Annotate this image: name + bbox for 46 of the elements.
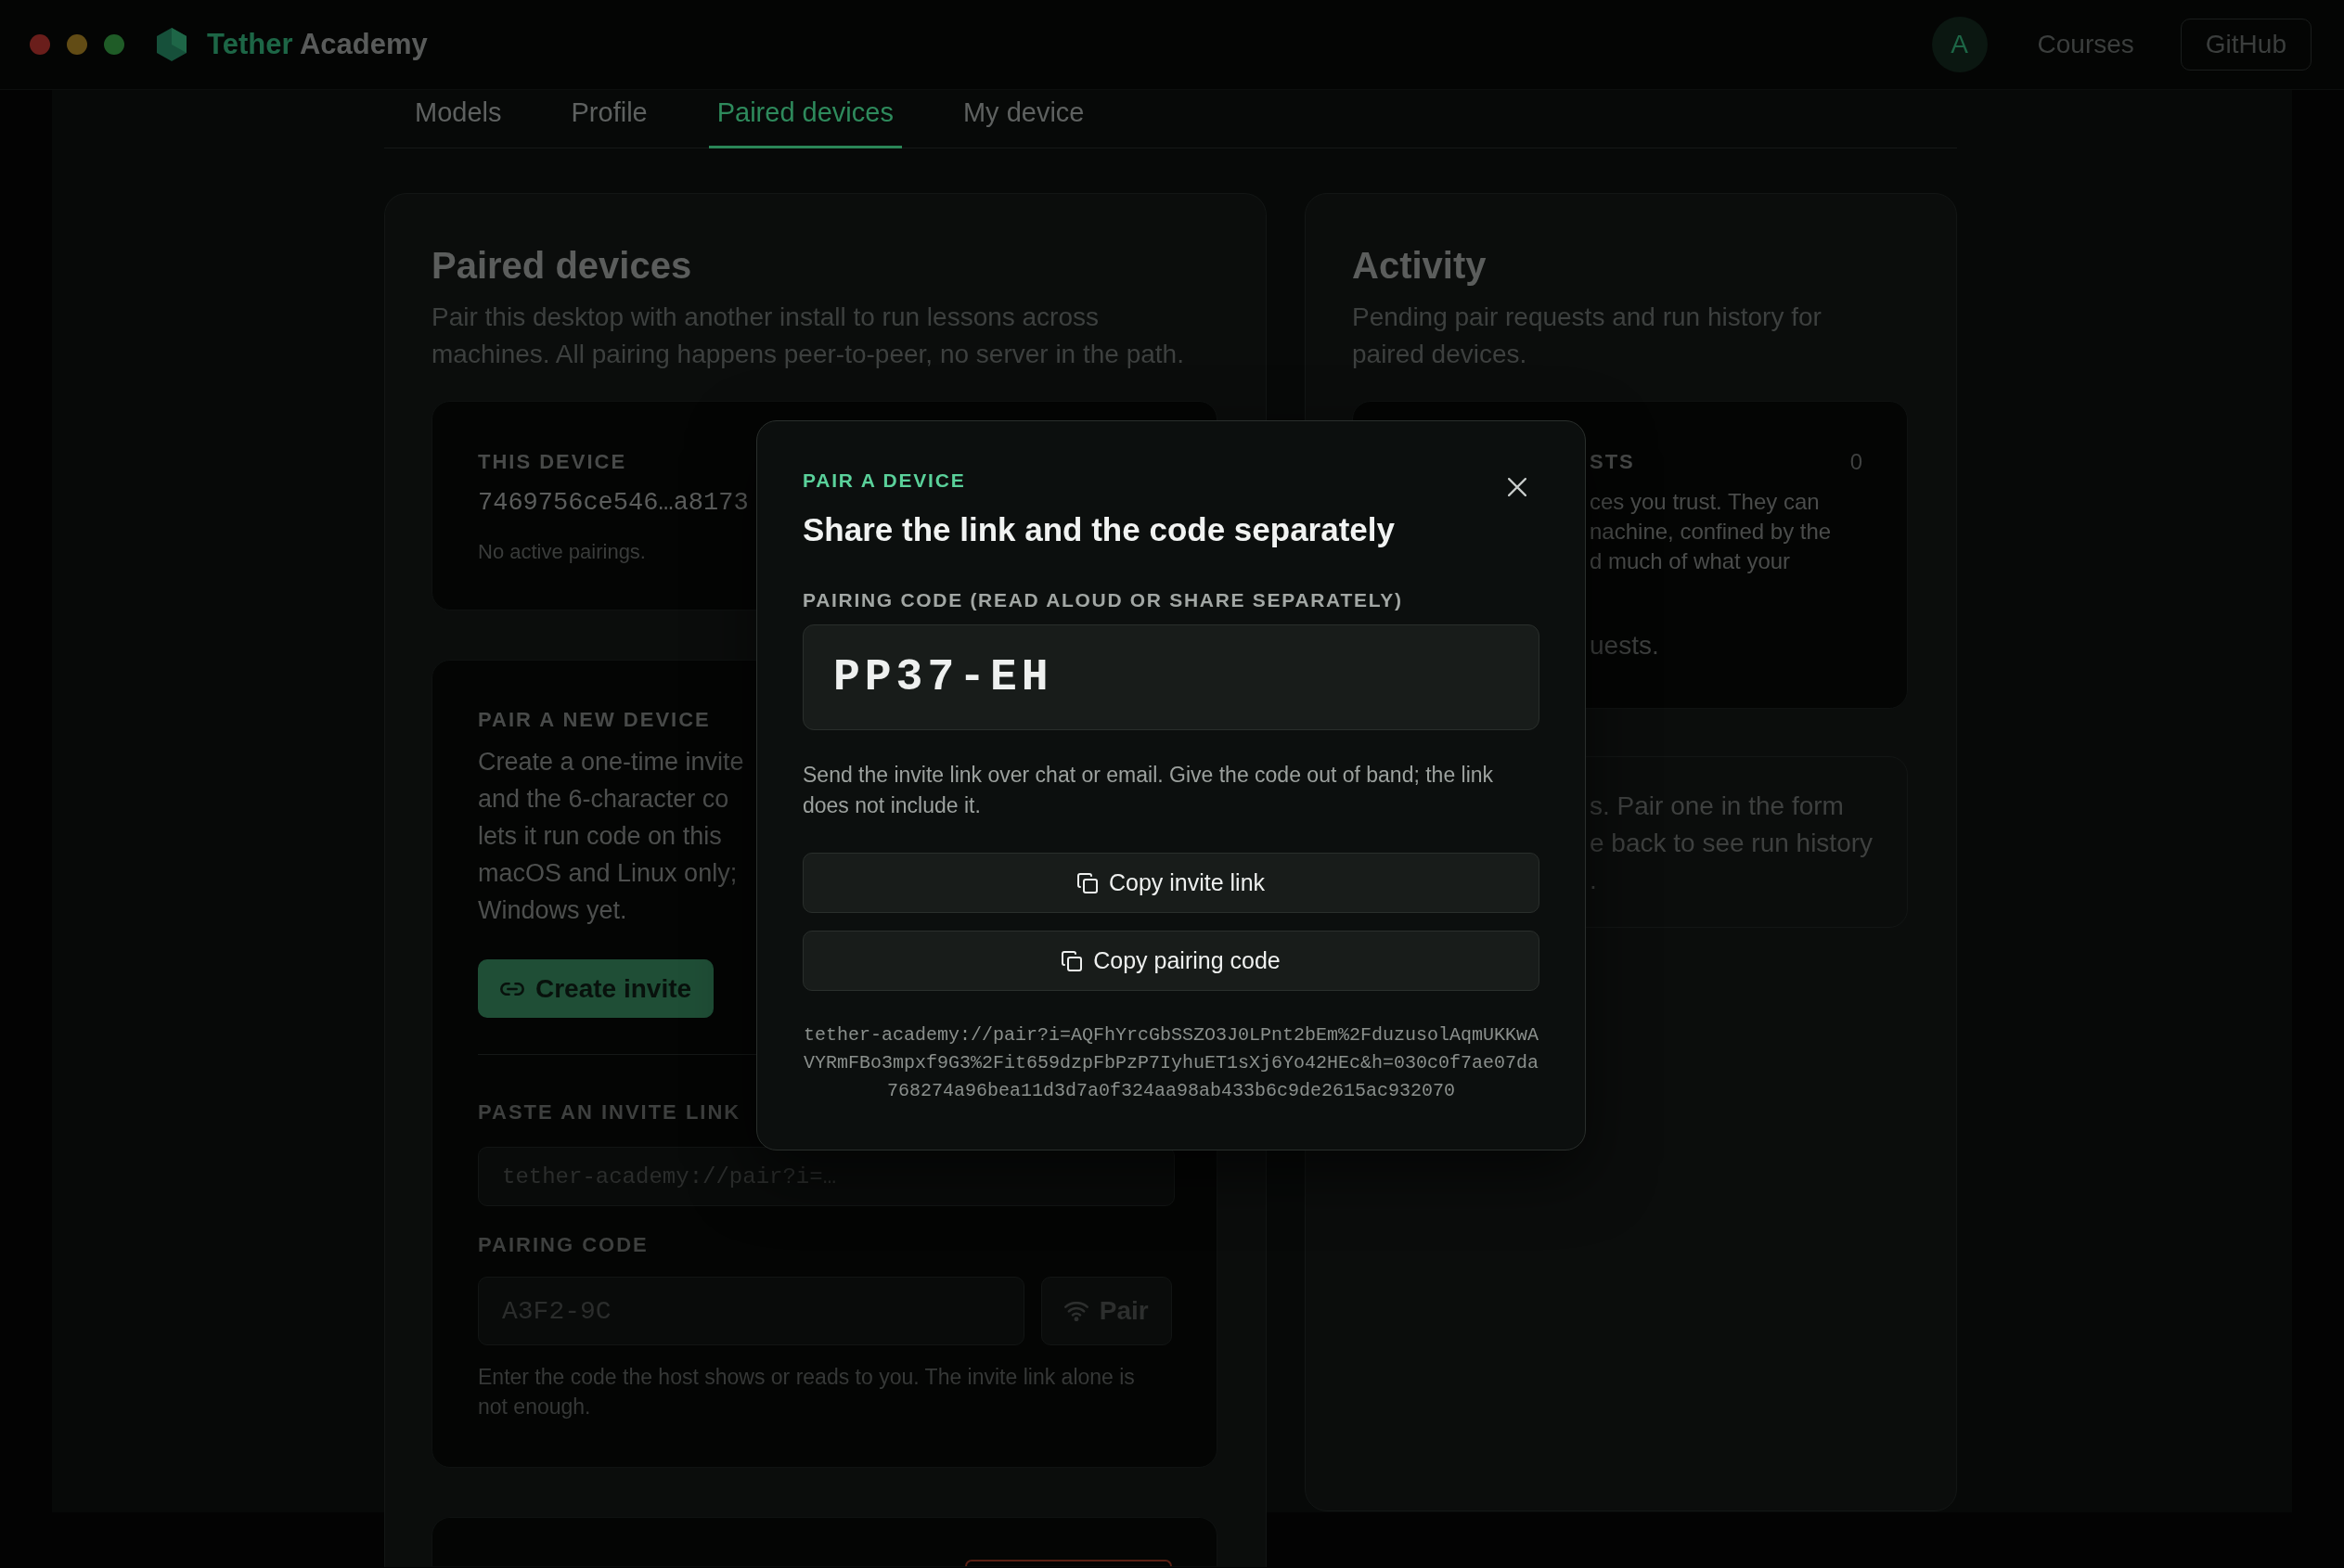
- device-id: 7469756ce546…a8173: [478, 488, 749, 519]
- description-text: Windows yet.: [478, 895, 627, 926]
- description-text: macOS and Linux only;: [478, 858, 738, 889]
- field-label: PASTE AN INVITE LINK: [478, 1099, 741, 1125]
- tab[interactable]: My device: [954, 90, 1093, 148]
- dialog-description: Send the invite link over chat or email. Give the code out of band; the link does not include it.: [803, 762, 1495, 819]
- copy-icon: [1062, 950, 1083, 971]
- wifi-icon: [1063, 1301, 1088, 1321]
- description-text: and the 6-character co: [478, 784, 729, 815]
- invite-link-text: tether-academy://pair?i=AQFhYrcGbSSZO3J0LPnt2bEm%2FduzusolAqmUKKwAVYRmFBo3mpxf9G3%2Fit659dzpFbPzP7IyhuET1sXj6Yo42HEc&h=030c0f7ae07da768274a96bea11d3d7a0f324aa98ab433b6c9de2615ac932070: [803, 1023, 1539, 1103]
- close-icon: [1508, 478, 1526, 496]
- create-invite-button[interactable]: Create invite: [478, 959, 715, 1018]
- empty-state-text: .: [1590, 865, 1597, 896]
- description-text: Create a one-time invite: [478, 747, 744, 778]
- dialog-title: Share the link and the code separately: [803, 510, 1395, 549]
- copy-button[interactable]: Copy pairing code: [803, 931, 1539, 991]
- description-text: lets it run code on this: [478, 821, 722, 852]
- copy-icon: [1076, 872, 1098, 893]
- window-minimize-button[interactable]: [67, 34, 87, 55]
- card-title: Activity: [1352, 244, 1487, 288]
- danger-button[interactable]: [965, 1560, 1172, 1566]
- copy-button[interactable]: Copy invite link: [803, 853, 1539, 913]
- description-text: nachine, confined by the: [1590, 518, 1832, 546]
- courses-link[interactable]: Courses: [2037, 30, 2134, 59]
- github-button[interactable]: GitHub: [2180, 19, 2312, 71]
- description-text: ces you trust. They can: [1590, 488, 1820, 516]
- pairing-code: PP37-EH: [803, 624, 1539, 730]
- brand-name: Tether Academy: [207, 28, 428, 61]
- card-title: Paired devices: [431, 244, 692, 288]
- avatar[interactable]: A: [1931, 17, 1988, 72]
- section-label: PAIR A NEW DEVICE: [478, 707, 711, 733]
- link-icon: [500, 982, 524, 996]
- section-label: STS: [1590, 449, 1635, 475]
- field-label: PAIRING CODE: [478, 1232, 649, 1258]
- dialog-eyebrow: PAIR A DEVICE: [803, 469, 966, 493]
- request-count: 0: [1849, 449, 1862, 475]
- tab[interactable]: Models: [406, 90, 510, 148]
- description-text: d much of what your: [1590, 547, 1791, 575]
- tab[interactable]: Profile: [562, 90, 656, 148]
- window-zoom-button[interactable]: [104, 34, 124, 55]
- empty-state-text: uests.: [1590, 630, 1659, 662]
- hexagon-logo-icon: [157, 28, 187, 61]
- window-close-button[interactable]: [30, 34, 50, 55]
- tab[interactable]: Paired devices: [708, 90, 902, 148]
- field-label: PAIRING CODE (READ ALOUD OR SHARE SEPARATELY): [803, 588, 1403, 612]
- section-label: THIS DEVICE: [478, 449, 627, 475]
